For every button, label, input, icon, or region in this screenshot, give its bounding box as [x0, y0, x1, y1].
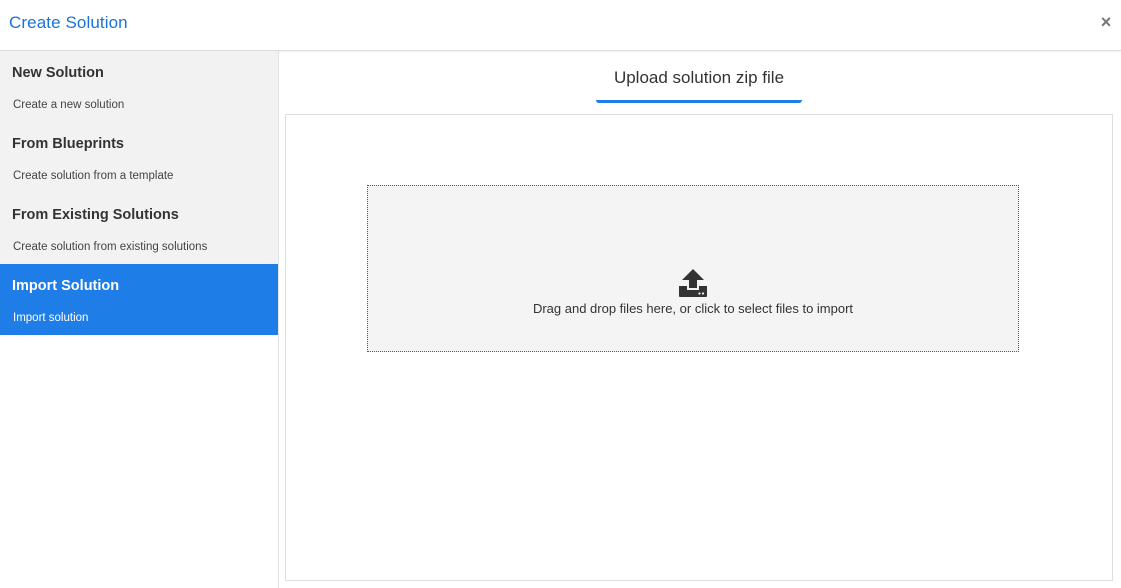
sidebar-item-from-existing-solutions[interactable]: From Existing Solutions Create solution …	[0, 193, 278, 264]
upload-icon	[679, 269, 707, 297]
file-dropzone[interactable]: Drag and drop files here, or click to se…	[367, 185, 1019, 352]
sidebar-item-title: Import Solution	[12, 278, 120, 294]
sidebar-item-description: Create solution from a template	[13, 170, 174, 182]
sidebar-item-title: From Blueprints	[12, 136, 124, 152]
dropzone-instructions: Drag and drop files here, or click to se…	[532, 301, 854, 316]
sidebar-item-title: New Solution	[12, 65, 104, 81]
upload-panel: Drag and drop files here, or click to se…	[285, 114, 1113, 581]
sidebar: New Solution Create a new solution From …	[0, 51, 279, 588]
sidebar-item-import-solution[interactable]: Import Solution Import solution	[0, 264, 278, 335]
dialog-header: Create Solution ×	[0, 0, 1121, 51]
close-button[interactable]: ×	[1099, 12, 1113, 32]
tab-upload-solution-zip[interactable]: Upload solution zip file	[596, 66, 802, 103]
sidebar-item-title: From Existing Solutions	[12, 207, 179, 223]
dialog-title: Create Solution	[9, 13, 128, 32]
sidebar-item-description: Create solution from existing solutions	[13, 241, 208, 253]
sidebar-item-description: Create a new solution	[13, 99, 125, 111]
sidebar-item-from-blueprints[interactable]: From Blueprints Create solution from a t…	[0, 122, 278, 193]
sidebar-item-new-solution[interactable]: New Solution Create a new solution	[0, 51, 278, 122]
main-content: Upload solution zip file Drag and drop f…	[279, 51, 1121, 588]
sidebar-item-description: Import solution	[13, 312, 89, 324]
close-icon: ×	[1100, 12, 1112, 32]
